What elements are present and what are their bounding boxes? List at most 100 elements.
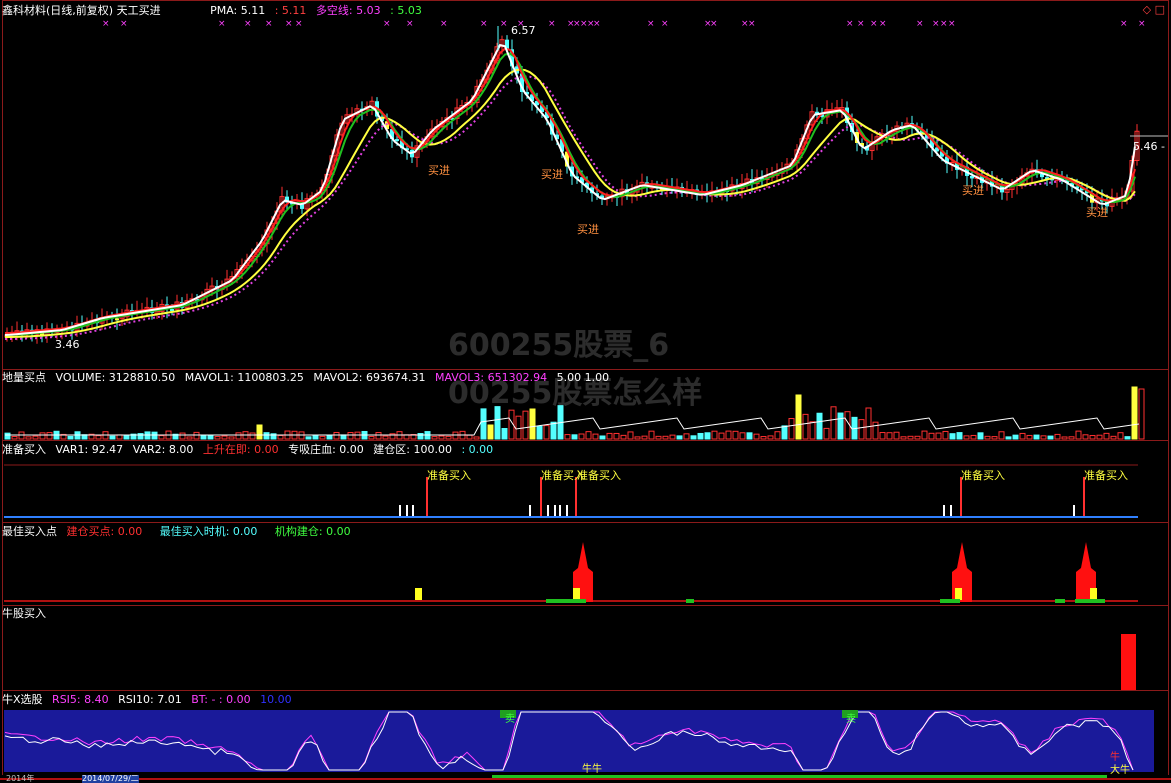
volume-bar — [480, 408, 487, 440]
volume-bar — [536, 425, 543, 440]
price-high-label: 6.57 — [511, 24, 536, 37]
top-marker: × — [440, 19, 448, 29]
top-marker: × — [661, 19, 669, 29]
best-buy-chart — [4, 542, 1138, 603]
volume-bar — [865, 407, 872, 440]
price-low-label: 3.46 — [55, 338, 80, 351]
best-yellow-bar — [955, 588, 962, 600]
best-green-bar — [686, 599, 694, 603]
volume-bar — [1047, 435, 1054, 440]
volume-bar — [991, 436, 998, 440]
volume-bar — [515, 415, 522, 440]
buy-signal-label: 买进 — [577, 223, 599, 236]
prep-signal-label: 准备买入 — [427, 469, 471, 482]
best-yellow-bar — [573, 588, 580, 600]
year-label: 2014年 — [6, 774, 35, 783]
volume-bar — [200, 435, 207, 440]
volume-bar — [641, 435, 648, 440]
volume-bar — [186, 436, 193, 440]
volume-bar — [417, 433, 424, 440]
volume-bar — [760, 436, 767, 440]
volume-bar — [277, 434, 284, 440]
volume-bar — [613, 432, 620, 440]
volume-bar — [438, 435, 445, 440]
volume-bar — [662, 435, 669, 440]
volume-bar — [585, 431, 592, 440]
volume-bar — [858, 419, 865, 440]
volume-bar — [18, 431, 25, 440]
volume-bar — [1040, 435, 1047, 440]
buy-signal-label: 买进 — [962, 184, 984, 197]
volume-bar — [1089, 435, 1096, 440]
volume-bar — [802, 413, 809, 440]
volume-bar — [207, 435, 214, 440]
axis-red-line — [0, 778, 1171, 780]
volume-bar — [39, 432, 46, 440]
top-marker: × — [218, 19, 226, 29]
volume-bar — [963, 435, 970, 440]
volume-bar — [921, 430, 928, 440]
volume-bar — [753, 433, 760, 440]
volume-bar — [900, 436, 907, 440]
volume-bar — [1103, 432, 1110, 440]
volume-bar — [256, 424, 263, 440]
volume-bar — [1075, 430, 1082, 440]
volume-bar — [319, 435, 326, 440]
volume-bar — [235, 432, 242, 440]
volume-bar — [907, 435, 914, 440]
volume-bar — [893, 431, 900, 440]
volume-bar — [1019, 432, 1026, 440]
volume-bar — [1033, 434, 1040, 440]
top-marker: × — [940, 19, 948, 29]
volume-bar — [830, 406, 837, 440]
volume-bar — [620, 434, 627, 440]
volume-bar — [1117, 432, 1124, 440]
top-marker: × — [916, 19, 924, 29]
volume-bar — [46, 432, 53, 440]
volume-bar — [648, 430, 655, 440]
volume-bar — [263, 432, 270, 440]
volume-bar — [347, 432, 354, 440]
volume-bar — [1096, 434, 1103, 440]
volume-bar — [767, 435, 774, 440]
volume-bar — [179, 432, 186, 440]
rsi10-line — [4, 711, 1134, 771]
volume-bar — [655, 435, 662, 440]
top-marker: × — [480, 19, 488, 29]
rsi5-line — [4, 711, 1134, 771]
top-marker: × — [295, 19, 303, 29]
volume-bar — [564, 434, 571, 440]
volume-bar — [886, 432, 893, 440]
volume-bar — [592, 433, 599, 440]
volume-bar — [949, 433, 956, 440]
date-cursor-label: 2014/07/29/二 — [82, 774, 139, 783]
volume-bar — [718, 432, 725, 440]
volume-bar — [935, 432, 942, 440]
volume-bar — [669, 434, 676, 440]
volume-bar — [711, 430, 718, 440]
bull-panel[interactable] — [2, 605, 1169, 691]
volume-bar — [739, 432, 746, 440]
volume-bar — [32, 435, 39, 440]
sell-tag: 卖 — [505, 714, 515, 725]
volume-bar — [67, 435, 74, 440]
volume-bar — [956, 432, 963, 440]
volume-bar — [599, 435, 606, 440]
volume-bar — [354, 431, 361, 440]
volume-bar — [571, 434, 578, 440]
volume-bar — [375, 432, 382, 440]
volume-bar — [1131, 386, 1138, 440]
volume-bar — [431, 436, 438, 440]
volume-bar — [11, 435, 18, 440]
top-marker: × — [879, 19, 887, 29]
top-marker: × — [383, 19, 391, 29]
volume-bar — [452, 431, 459, 440]
volume-bar — [445, 435, 452, 440]
volume-bar — [809, 421, 816, 440]
volume-bar — [823, 427, 830, 440]
volume-bar — [578, 433, 585, 440]
sell-tag: 卖 — [846, 714, 856, 725]
bull-panel-header: 牛股买入 — [2, 607, 52, 621]
volume-bar — [228, 436, 235, 440]
volume-bar — [788, 418, 795, 440]
